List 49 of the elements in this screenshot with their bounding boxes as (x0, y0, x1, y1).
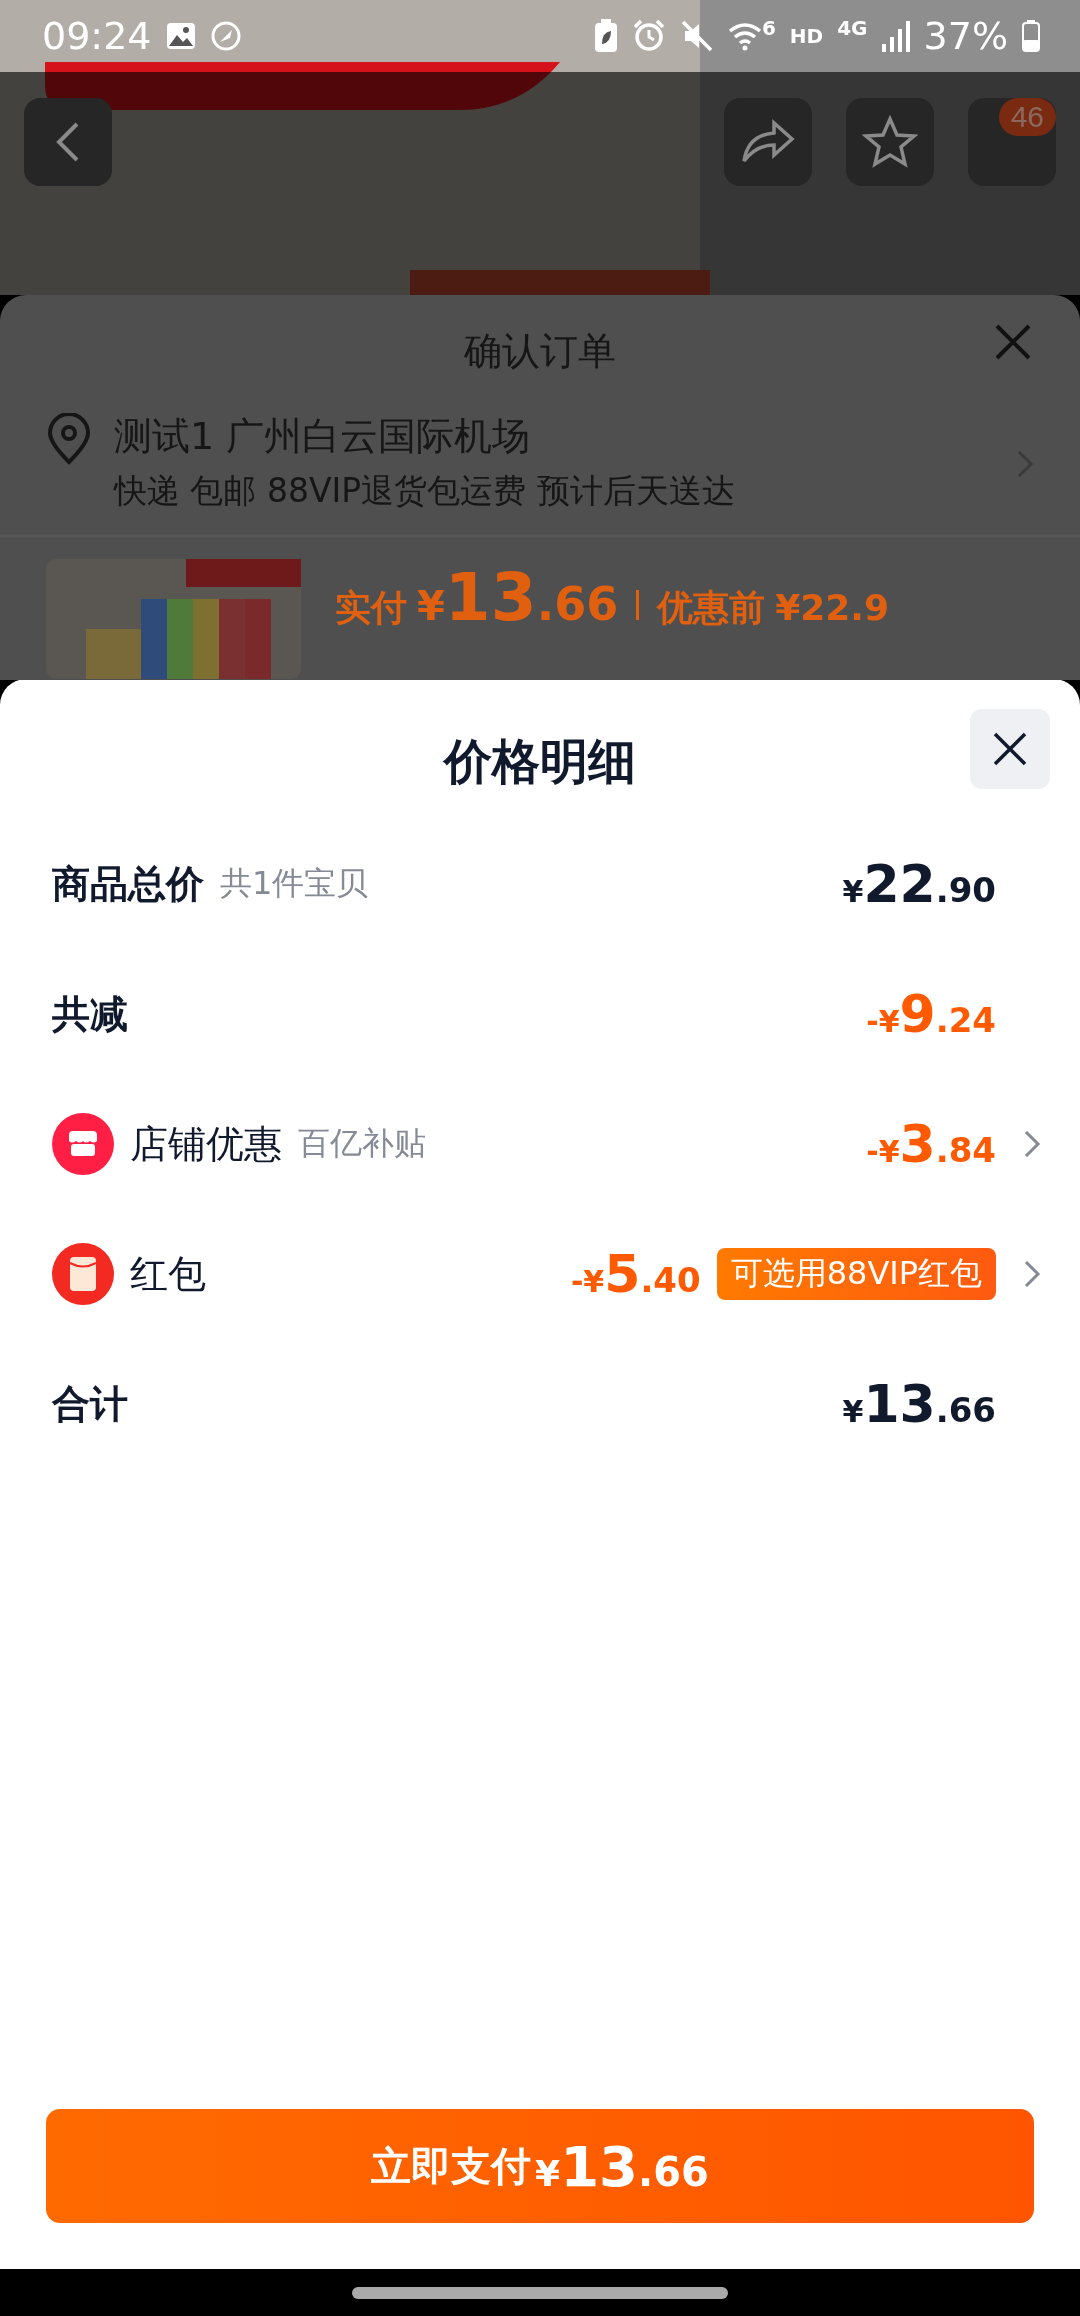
favorite-button[interactable] (846, 98, 934, 186)
clock: 09:24 (42, 14, 152, 58)
address-text: 测试1 广州白云国际机场 (114, 413, 532, 460)
row-label: 共减 (52, 990, 128, 1038)
home-indicator[interactable] (352, 2286, 728, 2299)
network-label: HD (789, 24, 824, 48)
row-label: 店铺优惠 (130, 1120, 282, 1168)
wifi-icon (727, 21, 762, 51)
alarm-icon (631, 19, 666, 53)
amount: ¥13.66 (842, 1374, 996, 1434)
share-button[interactable] (724, 98, 812, 186)
chevron-right-icon[interactable] (1023, 1259, 1041, 1289)
envelope-icon (52, 1243, 114, 1305)
sheet-title: 价格明细 (444, 732, 636, 791)
network-label: 4G (837, 16, 868, 40)
amount: -¥5.40 (570, 1244, 701, 1304)
chevron-right-icon[interactable] (1023, 1129, 1041, 1159)
amount: -¥9.24 (866, 984, 996, 1044)
star-icon (862, 115, 918, 169)
share-icon (740, 119, 796, 165)
amount: ¥22.90 (842, 854, 996, 914)
image-icon (165, 22, 196, 50)
signal-icon (881, 20, 910, 52)
amount: -¥3.84 (866, 1114, 996, 1174)
battery-icon (1022, 20, 1040, 52)
close-button[interactable] (970, 709, 1050, 789)
delivery-info: 快递 包邮 88VIP退货包运费 预计后天送达 (114, 470, 736, 512)
paid-amount: ¥13.66 (417, 559, 619, 636)
back-button[interactable] (24, 98, 112, 186)
pay-button[interactable]: 立即支付¥13.66 (46, 2109, 1034, 2223)
coupon-badge[interactable]: 可选用88VIP红包 (716, 1248, 996, 1300)
battery-percent: 37% (923, 14, 1008, 58)
sheet-title: 确认订单 (464, 327, 616, 375)
close-icon (992, 731, 1028, 767)
wifi-label: 6 (761, 16, 776, 40)
mute-icon (679, 19, 714, 53)
original-price: ¥22.9 (775, 587, 890, 628)
store-icon (52, 1113, 114, 1175)
close-icon[interactable] (994, 323, 1032, 361)
row-label: 合计 (52, 1380, 128, 1428)
row-note: 百亿补贴 (298, 1123, 426, 1164)
cart-button[interactable]: 46 (968, 98, 1056, 186)
location-pin-icon (46, 413, 92, 465)
row-label: 红包 (130, 1250, 206, 1298)
original-price-label: 优惠前 (657, 586, 766, 630)
cart-badge: 46 (998, 98, 1056, 136)
row-label: 商品总价 (52, 860, 204, 908)
paid-label: 实付 (335, 586, 407, 630)
row-note: 共1件宝贝 (220, 863, 369, 904)
